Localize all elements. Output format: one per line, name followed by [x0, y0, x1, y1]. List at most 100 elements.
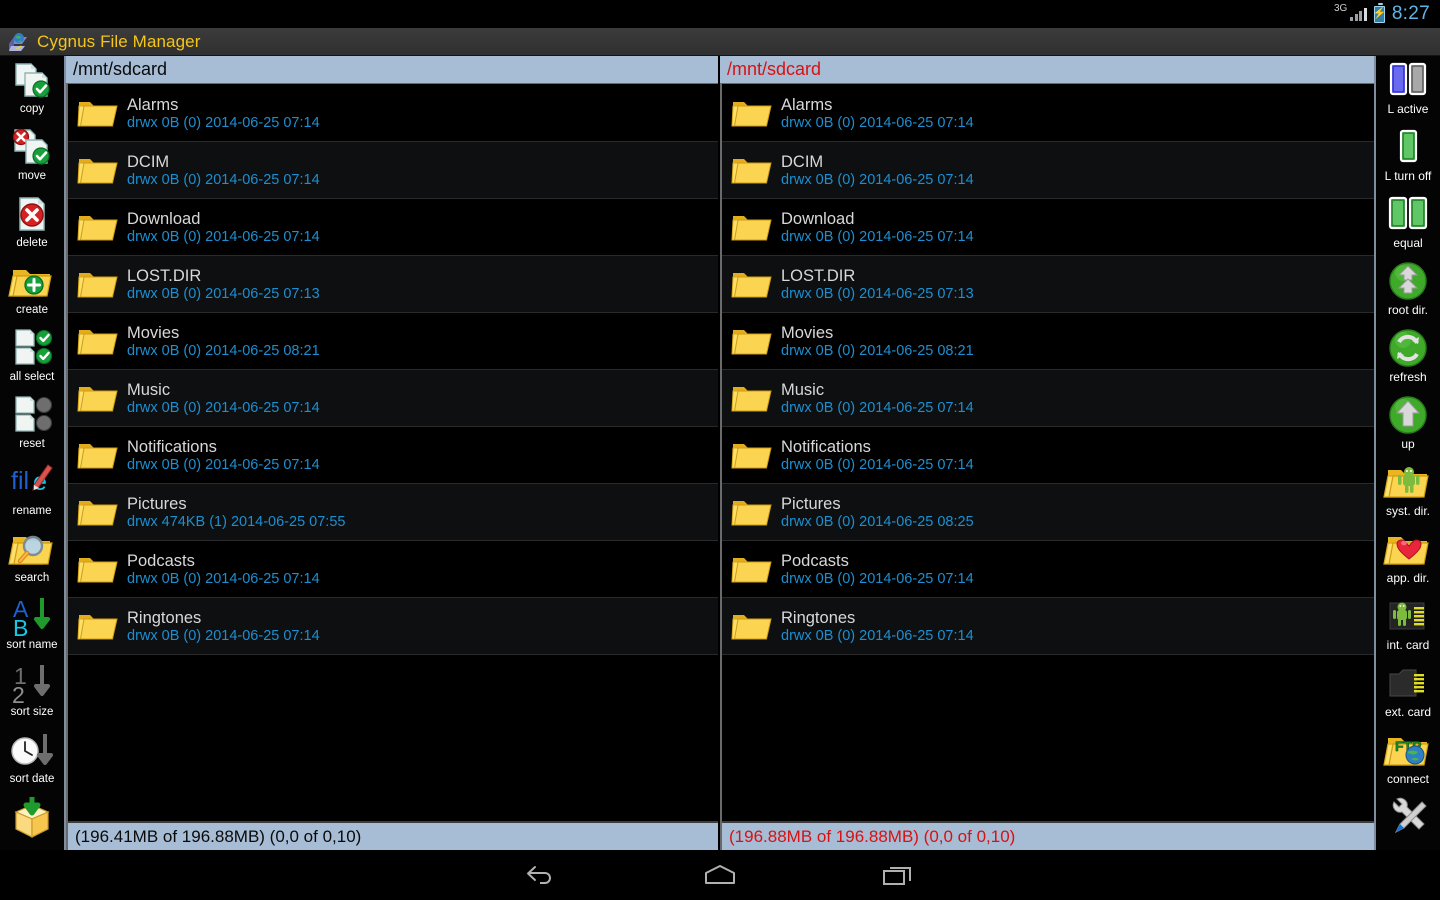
- file-info: drwx 0B (0) 2014-06-25 07:14: [781, 457, 974, 473]
- table-row[interactable]: Moviesdrwx 0B (0) 2014-06-25 08:21: [68, 313, 718, 370]
- toolbar-button-ext-card[interactable]: ext. card: [1375, 659, 1440, 726]
- file-name: Ringtones: [127, 609, 320, 627]
- file-info: drwx 0B (0) 2014-06-25 07:14: [127, 457, 320, 473]
- row-meta: DCIMdrwx 0B (0) 2014-06-25 07:14: [781, 153, 974, 188]
- sort-name-icon: A B: [10, 595, 54, 639]
- toolbar-button-connect[interactable]: FTP connect: [1375, 726, 1440, 793]
- right-file-panel: /mnt/sdcard Alarmsdrwx 0B (0) 2014-06-25…: [720, 56, 1374, 850]
- back-button[interactable]: [519, 858, 565, 892]
- left-file-list[interactable]: Alarmsdrwx 0B (0) 2014-06-25 07:14DCIMdr…: [68, 85, 718, 821]
- left-path-bar[interactable]: /mnt/sdcard: [66, 56, 718, 84]
- right-file-list[interactable]: Alarmsdrwx 0B (0) 2014-06-25 07:14DCIMdr…: [722, 85, 1374, 821]
- table-row[interactable]: Ringtonesdrwx 0B (0) 2014-06-25 07:14: [722, 598, 1374, 655]
- toolbar-button-sort-size[interactable]: 1 2 sort size: [0, 659, 65, 726]
- toolbar-button-sort-name[interactable]: A B sort name: [0, 592, 65, 659]
- toolbar-button-create[interactable]: create: [0, 257, 65, 324]
- row-meta: Moviesdrwx 0B (0) 2014-06-25 08:21: [781, 324, 974, 359]
- toolbar-button-equal[interactable]: equal: [1375, 190, 1440, 257]
- folder-icon: [78, 210, 118, 244]
- row-meta: Downloaddrwx 0B (0) 2014-06-25 07:14: [127, 210, 320, 245]
- file-name: Pictures: [781, 495, 974, 513]
- folder-icon: [732, 96, 772, 130]
- toolbar-button-archive[interactable]: [0, 793, 65, 850]
- toolbar-button-app-dir[interactable]: app. dir.: [1375, 525, 1440, 592]
- back-arrow-icon: [525, 863, 559, 887]
- toolbar-label: all select: [10, 371, 55, 383]
- toolbar-button-l-turn-off[interactable]: L turn off: [1375, 123, 1440, 190]
- toolbar-button-refresh[interactable]: refresh: [1375, 324, 1440, 391]
- toolbar-button-up[interactable]: up: [1375, 391, 1440, 458]
- table-row[interactable]: Downloaddrwx 0B (0) 2014-06-25 07:14: [68, 199, 718, 256]
- file-info: drwx 0B (0) 2014-06-25 07:14: [127, 400, 320, 416]
- row-meta: Musicdrwx 0B (0) 2014-06-25 07:14: [781, 381, 974, 416]
- recent-apps-icon: [881, 863, 915, 887]
- row-meta: Picturesdrwx 474KB (1) 2014-06-25 07:55: [127, 495, 345, 530]
- file-info: drwx 0B (0) 2014-06-25 07:14: [127, 571, 320, 587]
- toolbar-button-copy[interactable]: copy: [0, 56, 65, 123]
- toolbar-button-int-card[interactable]: int. card: [1375, 592, 1440, 659]
- file-name: Alarms: [781, 96, 974, 114]
- svg-text:B: B: [13, 615, 28, 641]
- row-meta: Alarmsdrwx 0B (0) 2014-06-25 07:14: [127, 96, 320, 131]
- table-row[interactable]: Notificationsdrwx 0B (0) 2014-06-25 07:1…: [68, 427, 718, 484]
- table-row[interactable]: Musicdrwx 0B (0) 2014-06-25 07:14: [68, 370, 718, 427]
- row-meta: Alarmsdrwx 0B (0) 2014-06-25 07:14: [781, 96, 974, 131]
- table-row[interactable]: LOST.DIRdrwx 0B (0) 2014-06-25 07:13: [68, 256, 718, 313]
- home-button[interactable]: [697, 858, 743, 892]
- row-meta: Notificationsdrwx 0B (0) 2014-06-25 07:1…: [127, 438, 320, 473]
- tools-settings-icon: [1386, 796, 1430, 840]
- toolbar-button-syst-dir[interactable]: syst. dir.: [1375, 458, 1440, 525]
- toolbar-label: L turn off: [1385, 170, 1432, 182]
- toolbar-button-tools[interactable]: [1375, 793, 1440, 850]
- folder-icon: [78, 495, 118, 529]
- row-meta: LOST.DIRdrwx 0B (0) 2014-06-25 07:13: [127, 267, 320, 302]
- toolbar-button-reset[interactable]: reset: [0, 391, 65, 458]
- battery-charging-icon: ⚡: [1374, 6, 1385, 23]
- toolbar-button-all-select[interactable]: all select: [0, 324, 65, 391]
- table-row[interactable]: Downloaddrwx 0B (0) 2014-06-25 07:14: [722, 199, 1374, 256]
- row-meta: Ringtonesdrwx 0B (0) 2014-06-25 07:14: [127, 609, 320, 644]
- toolbar-label: rename: [13, 505, 52, 517]
- table-row[interactable]: DCIMdrwx 0B (0) 2014-06-25 07:14: [722, 142, 1374, 199]
- table-row[interactable]: Podcastsdrwx 0B (0) 2014-06-25 07:14: [722, 541, 1374, 598]
- table-row[interactable]: Alarmsdrwx 0B (0) 2014-06-25 07:14: [68, 85, 718, 142]
- recent-apps-button[interactable]: [875, 858, 921, 892]
- left-status-text: (196.41MB of 196.88MB) (0,0 of 0,10): [75, 827, 361, 847]
- file-info: drwx 0B (0) 2014-06-25 07:14: [781, 571, 974, 587]
- toolbar-button-search[interactable]: search: [0, 525, 65, 592]
- toolbar-button-sort-date[interactable]: sort date: [0, 726, 65, 793]
- sort-date-icon: [10, 729, 54, 773]
- table-row[interactable]: Picturesdrwx 0B (0) 2014-06-25 08:25: [722, 484, 1374, 541]
- toolbar-label: search: [15, 572, 50, 584]
- toolbar-button-delete[interactable]: delete: [0, 190, 65, 257]
- table-row[interactable]: LOST.DIRdrwx 0B (0) 2014-06-25 07:13: [722, 256, 1374, 313]
- file-info: drwx 0B (0) 2014-06-25 07:14: [127, 115, 320, 131]
- table-row[interactable]: DCIMdrwx 0B (0) 2014-06-25 07:14: [68, 142, 718, 199]
- toolbar-button-l-active[interactable]: L active: [1375, 56, 1440, 123]
- file-name: Alarms: [127, 96, 320, 114]
- table-row[interactable]: Podcastsdrwx 0B (0) 2014-06-25 07:14: [68, 541, 718, 598]
- toolbar-button-root-dir[interactable]: root dir.: [1375, 257, 1440, 324]
- table-row[interactable]: Notificationsdrwx 0B (0) 2014-06-25 07:1…: [722, 427, 1374, 484]
- table-row[interactable]: Picturesdrwx 474KB (1) 2014-06-25 07:55: [68, 484, 718, 541]
- table-row[interactable]: Alarmsdrwx 0B (0) 2014-06-25 07:14: [722, 85, 1374, 142]
- file-info: drwx 0B (0) 2014-06-25 07:13: [127, 286, 320, 302]
- file-info: drwx 0B (0) 2014-06-25 07:14: [781, 172, 974, 188]
- right-path-bar[interactable]: /mnt/sdcard: [720, 56, 1374, 84]
- file-name: Music: [781, 381, 974, 399]
- toolbar-button-move[interactable]: move: [0, 123, 65, 190]
- app-dir-icon: [1386, 528, 1430, 572]
- table-row[interactable]: Moviesdrwx 0B (0) 2014-06-25 08:21: [722, 313, 1374, 370]
- toolbar-button-rename[interactable]: fil e rename: [0, 458, 65, 525]
- sort-size-icon: 1 2: [10, 662, 54, 706]
- table-row[interactable]: Ringtonesdrwx 0B (0) 2014-06-25 07:14: [68, 598, 718, 655]
- app-globe-folder-icon: [8, 32, 28, 52]
- folder-icon: [78, 153, 118, 187]
- toolbar-label: up: [1401, 438, 1414, 450]
- folder-icon: [78, 267, 118, 301]
- file-info: drwx 0B (0) 2014-06-25 07:14: [127, 229, 320, 245]
- table-row[interactable]: Musicdrwx 0B (0) 2014-06-25 07:14: [722, 370, 1374, 427]
- toolbar-label: copy: [20, 103, 44, 115]
- svg-text:2: 2: [12, 682, 25, 708]
- toolbar-label: L active: [1388, 103, 1429, 115]
